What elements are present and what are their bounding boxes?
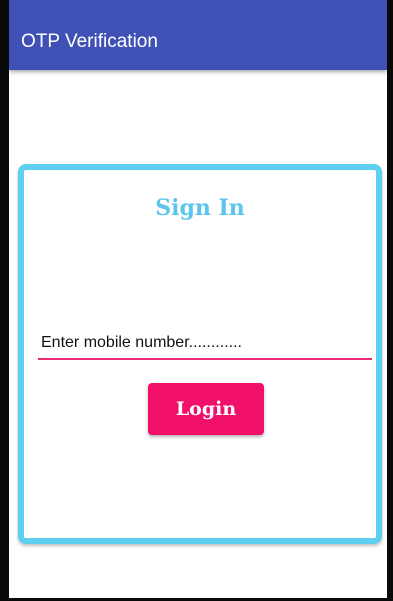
login-button[interactable]: Login — [148, 383, 264, 435]
sign-in-card: Sign In Login — [18, 164, 382, 544]
device-frame-left — [0, 0, 9, 601]
app-bar: OTP Verification — [9, 0, 387, 70]
mobile-number-input[interactable] — [38, 332, 372, 360]
sign-in-title: Sign In — [155, 195, 245, 221]
app-title: OTP Verification — [21, 31, 158, 52]
device-frame-right — [387, 0, 393, 601]
